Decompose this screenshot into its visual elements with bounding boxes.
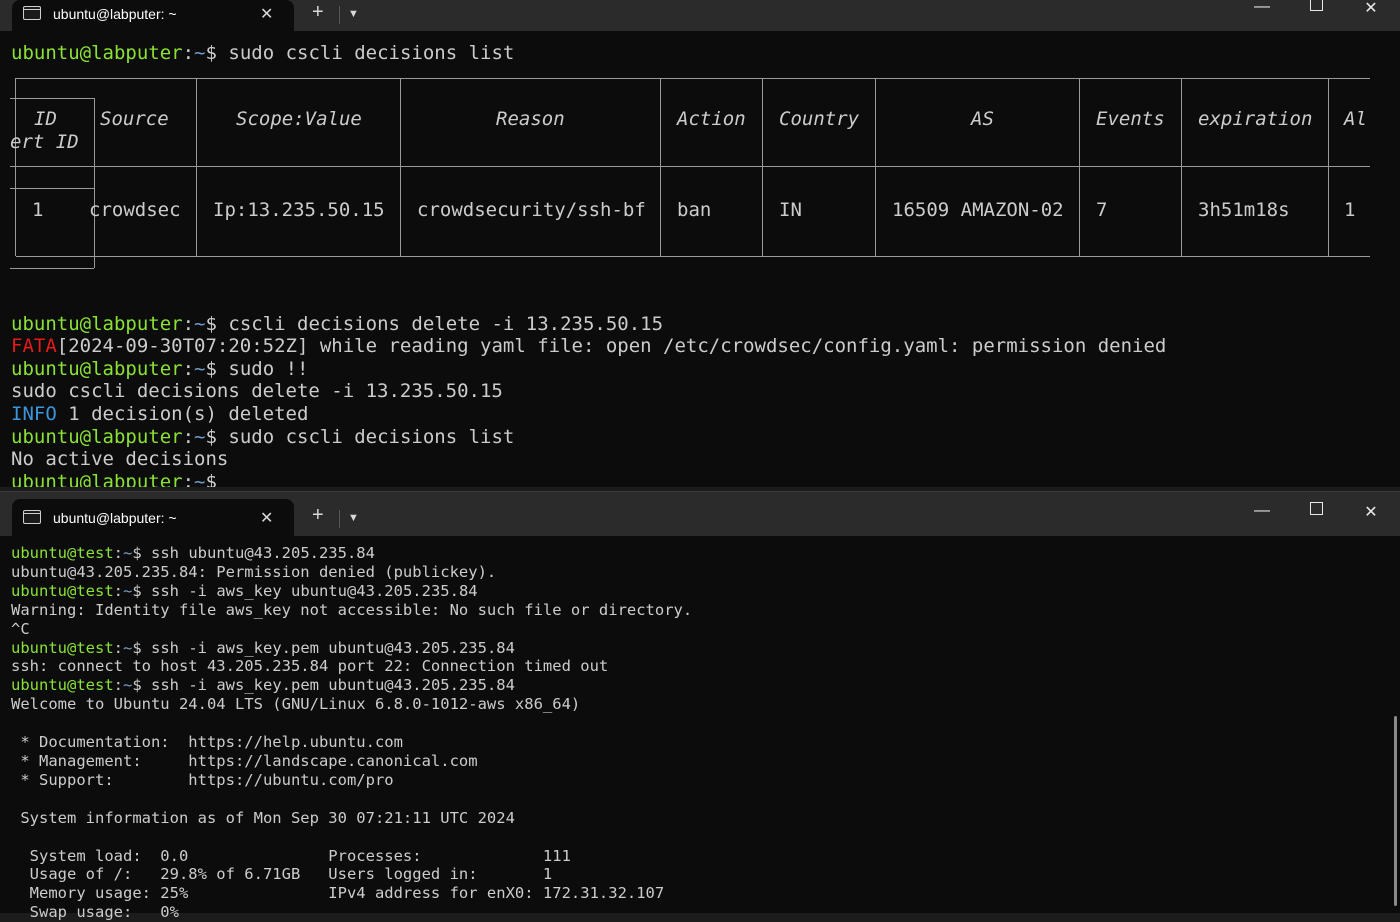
chevron-down-icon[interactable]: ▼: [348, 8, 359, 20]
cell-reason: crowdsecurity/ssh-bf: [417, 199, 646, 221]
col-sep: [1079, 78, 1080, 256]
command-line: ubuntu@test:~$ ssh -i aws_key ubuntu@43.…: [11, 581, 478, 600]
decisions-table: ID ert ID Source Scope:Value Reason Acti…: [10, 74, 1370, 282]
col-header-id-wrap: ert ID: [10, 131, 79, 153]
minimize-icon[interactable]: —: [1248, 0, 1276, 16]
col-header-id: ID: [34, 108, 57, 130]
cell-events: 7: [1096, 199, 1108, 221]
tab-title: ubuntu@labputer: ~: [53, 6, 177, 22]
cell-scope-value: Ip:13.235.50.15: [213, 199, 385, 221]
command-line: ubuntu@labputer:~$ sudo cscli decisions …: [11, 42, 515, 64]
col-sep: [400, 78, 401, 256]
divider: [339, 510, 340, 528]
col-sep: [762, 78, 763, 256]
plus-icon[interactable]: +: [312, 1, 324, 24]
col-header-source: Source: [100, 108, 169, 130]
terminal-icon: [23, 6, 41, 20]
cell-alert-id: 1: [1344, 199, 1356, 221]
output-line: sudo cscli decisions delete -i 13.235.50…: [11, 380, 503, 403]
col-header-events: Events: [1096, 108, 1165, 130]
terminal-window-top[interactable]: ubuntu@labputer: ~ ✕ + ▼ — ✕ ubuntu@labp…: [0, 0, 1400, 487]
error-line: FATA[2024-09-30T07:20:52Z] while reading…: [11, 335, 1167, 358]
table-border: [10, 98, 94, 99]
title-bar[interactable]: ubuntu@labputer: ~ ✕ + ▼ — ✕: [0, 492, 1400, 536]
output-line: No active decisions: [11, 448, 229, 471]
output-line: * Documentation: https://help.ubuntu.com: [11, 733, 403, 752]
col-header-as: AS: [971, 108, 994, 130]
info-line: INFO 1 decision(s) deleted: [11, 402, 309, 425]
col-header-expiration: expiration: [1198, 108, 1313, 130]
output-line: Welcome to Ubuntu 24.04 LTS (GNU/Linux 6…: [11, 695, 581, 714]
chevron-down-icon[interactable]: ▼: [348, 512, 359, 524]
output-line: * Management: https://landscape.canonica…: [11, 751, 478, 770]
output-line: Memory usage: 25% IPv4 address for enX0:…: [11, 884, 665, 903]
tab-title: ubuntu@labputer: ~: [53, 510, 177, 526]
col-sep: [15, 78, 16, 256]
title-bar[interactable]: ubuntu@labputer: ~ ✕ + ▼ — ✕: [0, 0, 1400, 31]
scrollbar[interactable]: [1394, 716, 1397, 906]
cell-source: crowdsec: [89, 199, 181, 221]
col-header-action: Action: [677, 108, 746, 130]
output-line: * Support: https://ubuntu.com/pro: [11, 770, 394, 789]
minimize-icon[interactable]: —: [1248, 502, 1276, 520]
prompt-line[interactable]: ubuntu@labputer:~$: [11, 471, 1166, 487]
terminal-output-ssh[interactable]: ubuntu@test:~$ ssh ubuntu@43.205.235.84 u…: [11, 544, 692, 922]
col-sep: [660, 78, 661, 256]
table-border: [10, 268, 94, 269]
col-header-reason: Reason: [496, 108, 565, 130]
tab-terminal[interactable]: ubuntu@labputer: ~ ✕: [12, 499, 294, 536]
col-header-country: Country: [779, 108, 860, 130]
col-sep: [94, 98, 95, 268]
output-line: ubuntu@43.205.235.84: Permission denied …: [11, 562, 497, 581]
close-icon[interactable]: ✕: [1357, 0, 1385, 18]
maximize-icon[interactable]: [1302, 0, 1330, 16]
output-line: System load: 0.0 Processes: 111: [11, 846, 571, 865]
output-line: ^C: [11, 619, 30, 638]
table-border-bottom: [16, 256, 1370, 257]
cell-id: 1: [32, 199, 44, 221]
col-sep: [875, 78, 876, 256]
divider: [339, 6, 340, 24]
close-icon[interactable]: ✕: [260, 4, 273, 24]
maximize-icon[interactable]: [1302, 502, 1330, 520]
output-line: Swap usage: 0%: [11, 903, 179, 922]
command-line: ubuntu@labputer:~$ sudo cscli decisions …: [11, 425, 515, 448]
command-line: ubuntu@test:~$ ssh -i aws_key.pem ubuntu…: [11, 676, 515, 695]
cell-expiration: 3h51m18s: [1198, 199, 1290, 221]
table-border-top: [16, 78, 1370, 79]
table-header-separator: [10, 166, 1370, 167]
output-line: System information as of Mon Sep 30 07:2…: [11, 808, 515, 827]
close-icon[interactable]: ✕: [260, 508, 273, 528]
col-sep: [1181, 78, 1182, 256]
command-line: ubuntu@labputer:~$ sudo !!: [11, 357, 309, 380]
col-header-scope: Scope:Value: [236, 108, 362, 130]
close-icon[interactable]: ✕: [1357, 502, 1385, 522]
command-line: ubuntu@labputer:~$ cscli decisions delet…: [11, 312, 664, 335]
output-line: Warning: Identity file aws_key not acces…: [11, 600, 693, 619]
col-sep: [1328, 78, 1329, 256]
command-line: ubuntu@test:~$ ssh ubuntu@43.205.235.84: [11, 544, 375, 562]
output-line: ssh: connect to host 43.205.235.84 port …: [11, 657, 609, 676]
terminal-output-continued[interactable]: ubuntu@labputer:~$ cscli decisions delet…: [11, 290, 1166, 487]
col-sep: [196, 78, 197, 256]
table-border: [10, 188, 94, 189]
command-line: ubuntu@test:~$ ssh -i aws_key.pem ubuntu…: [11, 638, 515, 657]
tab-terminal[interactable]: ubuntu@labputer: ~ ✕: [12, 0, 294, 31]
terminal-output[interactable]: ubuntu@labputer:~$ sudo cscli decisions …: [11, 42, 514, 65]
output-line: Usage of /: 29.8% of 6.71GB Users logged…: [11, 865, 553, 884]
cell-as: 16509 AMAZON-02: [892, 199, 1064, 221]
cell-country: IN: [779, 199, 802, 221]
cell-action: ban: [677, 199, 712, 221]
col-header-alert-id: Al: [1344, 108, 1367, 130]
terminal-icon: [23, 510, 41, 524]
plus-icon[interactable]: +: [312, 504, 324, 527]
